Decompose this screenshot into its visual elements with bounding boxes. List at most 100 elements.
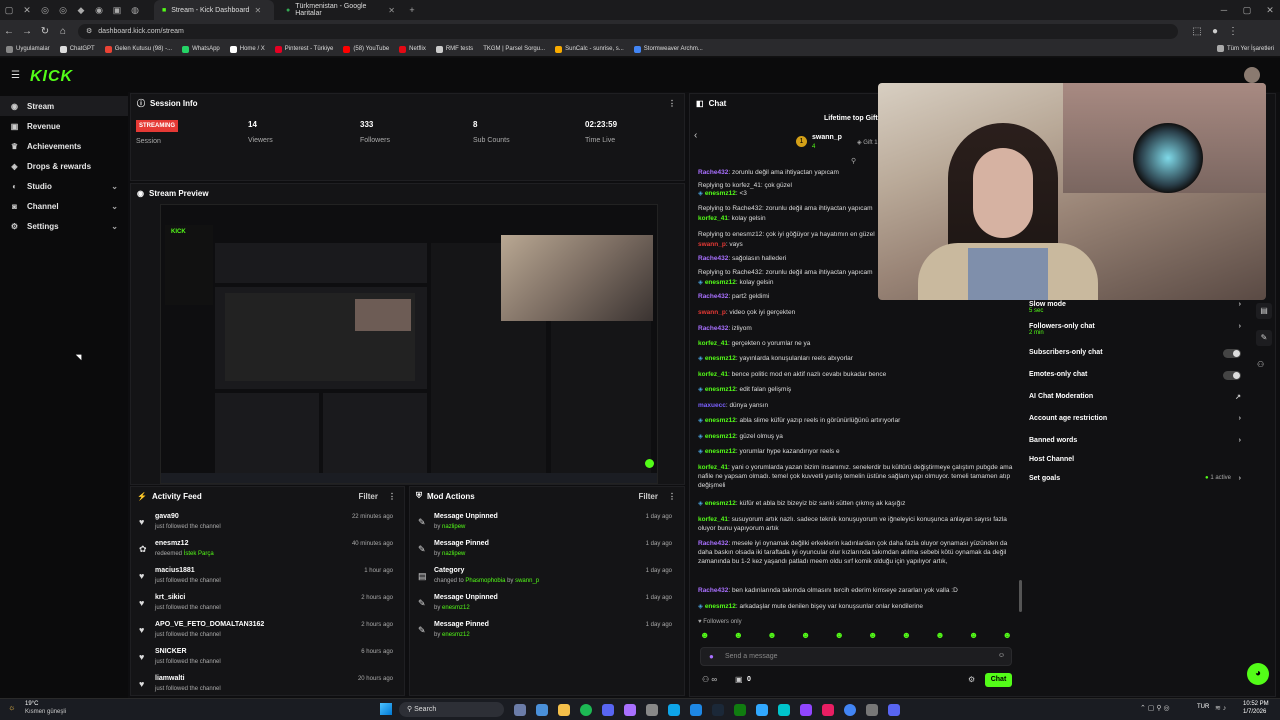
bookmark[interactable]: Stormweaver Archm... [633,45,703,53]
tab-icon[interactable]: ◍ [126,0,144,20]
tray-icons[interactable]: ⌃ ▢ ⚲ ◎ [1140,704,1170,712]
emotes-only-toggle[interactable] [1223,371,1241,380]
filter-button[interactable]: Filter [358,492,378,501]
discord-icon[interactable] [602,704,614,716]
sidebar-item-revenue[interactable]: ▣ Revenue [0,116,128,136]
list-item[interactable]: ✿ enesmz12 redeemed İstek Parça 40 minutes … [131,538,401,564]
subscribers-only-setting[interactable]: Subscribers-only chat [1029,349,1241,358]
chat-scrollbar[interactable] [1019,580,1022,612]
chat-username[interactable]: Rache432 [698,169,728,176]
new-tab-icon[interactable]: + [403,0,421,20]
ai-moderation-setting[interactable]: AI Chat Moderation ↗ [1029,393,1241,401]
emote-icon[interactable]: ☻ [801,630,810,642]
chat-message[interactable]: ◈ enesmz12: yorumlar hype kazandırıyor r… [698,447,1020,456]
chat-username[interactable]: swann_p [698,241,726,248]
set-goals-setting[interactable]: Set goals ● 1 active › [1029,475,1241,482]
emotes-only-setting[interactable]: Emotes-only chat [1029,371,1241,380]
chat-message[interactable]: ◈ enesmz12: küfür et abla biz bizeyiz bi… [698,499,1020,508]
emote-icon[interactable]: ☻ [868,630,877,642]
chat-username[interactable]: enesmz12 [705,279,736,286]
list-item[interactable]: ♥ APO_VE_FETO_DOMALTAN3162 just followed t… [131,619,401,645]
pinned-icon[interactable]: ⚲ [851,157,856,165]
chat-bubble-icon[interactable]: ◕ [1247,663,1269,685]
bookmark[interactable]: (58) YouTube [343,45,389,53]
xbox-icon[interactable] [734,704,746,716]
x-tab-icon[interactable]: ✕ [18,0,36,20]
browser-tab-active[interactable]: ■ Stream - Kick Dashboard ✕ [154,0,274,20]
bookmark[interactable]: TKGM | Parsel Sorgu... [483,46,545,52]
chat-username[interactable]: Rache432 [698,325,728,332]
url-field[interactable]: ⚙ dashboard.kick.com/stream [78,23,1178,39]
chat-message[interactable]: ◈ enesmz12: abla slime küfür yazıp reels… [698,416,1020,425]
chat-message[interactable]: korfez_41: gerçekten o yorumlar ne ya [698,339,1020,348]
browser-tab[interactable]: ● Türkmenistan - Google Haritalar ✕ [278,0,403,20]
app-icon[interactable] [800,704,812,716]
bookmark[interactable]: SunCalc - sunrise, s... [555,45,624,53]
task-view-icon[interactable] [514,704,526,716]
mic-icon[interactable]: ● [709,652,714,661]
chat-username[interactable]: korfez_41 [698,464,728,471]
app-icon[interactable] [536,704,548,716]
chat-username[interactable]: swann_p [698,309,726,316]
close-tab-icon[interactable]: ✕ [254,6,261,15]
site-info-icon[interactable]: ⚙ [86,27,92,35]
chevron-left-icon[interactable]: ‹ [694,130,697,141]
photoshop-icon[interactable] [756,704,768,716]
sidebar-item-studio[interactable]: ◐ Studio ⌄ [0,176,128,196]
send-chat-button[interactable]: Chat [985,673,1012,687]
sidebar-item-channel[interactable]: ◙ Channel ⌄ [0,196,128,216]
chat-username[interactable]: enesmz12 [705,355,736,362]
chrome-icon[interactable] [844,704,856,716]
chat-username[interactable]: Rache432 [698,540,728,547]
emote-icon[interactable]: ☻ [1002,630,1011,642]
account-age-setting[interactable]: Account age restriction › [1029,415,1241,422]
more-icon[interactable]: ⋮ [668,99,676,108]
emote-icon[interactable]: ☻ [834,630,843,642]
chat-username[interactable]: Rache432 [698,293,728,300]
taskbar-search[interactable]: ⚲ Search [399,702,504,717]
chat-settings-icon[interactable]: ⚙ [968,675,975,684]
steam-icon[interactable] [712,704,724,716]
sidebar-item-settings[interactable]: ⚙ Settings ⌄ [0,216,128,236]
side-tool-icon[interactable]: ▤ [1256,303,1272,319]
list-item[interactable]: ♥ liamwalti just followed the channel 20 ho… [131,673,401,695]
list-item[interactable]: ♥ SNICKER just followed the channel 6 hours… [131,646,401,672]
bookmark[interactable]: WhatsApp [182,45,220,53]
clock-time[interactable]: 10:52 PM [1243,701,1269,707]
chat-username[interactable]: enesmz12 [705,417,736,424]
tab-icon[interactable]: ◆ [72,0,90,20]
host-channel-setting[interactable]: Host Channel [1029,456,1241,463]
emote-icon[interactable]: ☻ [969,630,978,642]
emote-icon[interactable]: ☻ [767,630,776,642]
slow-mode-setting[interactable]: Slow mode 5 sec › [1029,301,1241,314]
spotify-icon[interactable] [580,704,592,716]
wrench-icon[interactable]: ✎ [1256,330,1272,346]
filter-button[interactable]: Filter [638,492,658,501]
chat-username[interactable]: enesmz12 [705,500,736,507]
subscribers-only-toggle[interactable] [1223,349,1241,358]
stream-preview-video[interactable]: KICK [160,204,658,484]
forward-icon[interactable]: → [18,26,36,37]
app-icon[interactable] [778,704,790,716]
bookmark[interactable]: RMF tests [435,45,473,53]
people-icon[interactable]: ⚇ [1257,360,1264,369]
chat-message[interactable]: Rache432: izliyom [698,324,1020,333]
chat-message[interactable]: Rache432: mesele iyi oynamak değilki erk… [698,539,1020,566]
chat-message[interactable]: Rache432: ben kadınlarında takımda olmas… [698,586,1020,595]
chat-message[interactable]: korfez_41: yani o yorumlarda yazan bizim… [698,463,1020,490]
list-item[interactable]: ✎ Message Pinned by nazlipew 1 day ago [410,538,680,564]
maximize-icon[interactable]: ▢ [1238,0,1256,20]
hamburger-menu-icon[interactable]: ☰ [11,70,20,81]
chat-username[interactable]: korfez_41 [698,340,728,347]
emoji-icon[interactable]: ☺ [998,652,1005,659]
list-item[interactable]: ♥ krt_sikici just followed the channel 2 ho… [131,592,401,618]
sidebar-item-stream[interactable]: ◉ Stream [0,96,128,116]
browser-menu-icon[interactable]: ▢ [0,0,18,20]
language-indicator[interactable]: TUR [1197,704,1209,710]
emote-icon[interactable]: ☻ [902,630,911,642]
chat-message[interactable]: ◈ enesmz12: güzel olmuş ya [698,432,1020,441]
list-item[interactable]: ▤ Category changed to Phasmophobia by swan… [410,565,680,591]
app-icon[interactable] [822,704,834,716]
chat-username[interactable]: enesmz12 [705,386,736,393]
tab-icon[interactable]: ◉ [90,0,108,20]
